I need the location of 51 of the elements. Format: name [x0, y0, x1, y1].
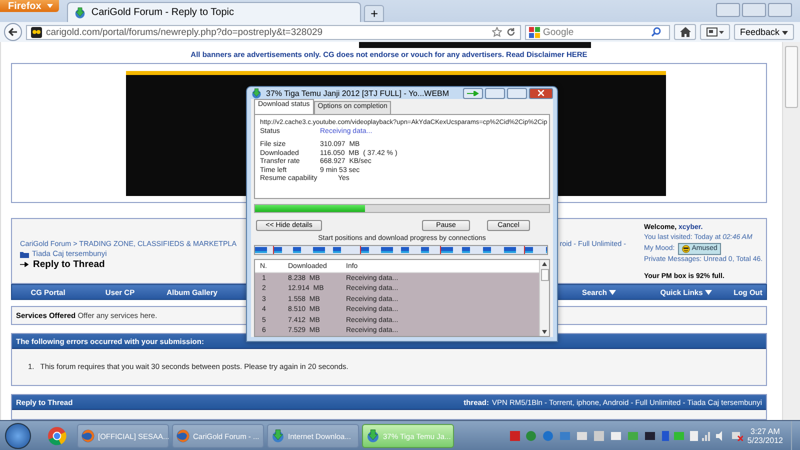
download-app-icon — [251, 88, 262, 98]
close-button[interactable] — [529, 88, 553, 98]
close-icon — [538, 90, 544, 96]
scrollbar[interactable] — [782, 42, 800, 420]
close-button[interactable] — [768, 3, 792, 17]
caret-icon — [609, 290, 616, 294]
maximize-button[interactable] — [742, 3, 766, 17]
chrome-icon — [47, 426, 67, 446]
dialog-title: 37% Tiga Temu Janji 2012 [3TJ FULL] - Yo...WEBM — [266, 88, 450, 98]
arrow-icon — [467, 90, 479, 96]
minimize-button[interactable] — [716, 3, 740, 17]
feedback-button[interactable]: Feedback — [734, 24, 794, 40]
start-button[interactable] — [5, 423, 31, 449]
smiley-icon — [682, 245, 690, 253]
back-button[interactable] — [4, 23, 22, 41]
tray-icons-drawing[interactable] — [510, 430, 710, 442]
home-icon — [680, 27, 690, 37]
hide-to-tray-button[interactable] — [463, 88, 483, 98]
back-arrow-icon — [8, 27, 18, 37]
download-app-icon — [271, 429, 285, 443]
search-box[interactable]: Google — [525, 24, 670, 40]
search-icon[interactable] — [651, 27, 661, 37]
network-icon[interactable] — [732, 431, 744, 441]
site-favicon-icon — [31, 26, 42, 38]
site-favicon-icon — [74, 6, 86, 18]
minimize-button[interactable] — [485, 88, 505, 98]
url-text: carigold.com/portal/forums/newreply.php?do=postreply&t=328029 — [46, 26, 323, 38]
clock-date: 5/23/2012 — [747, 436, 783, 445]
maximize-button[interactable] — [507, 88, 527, 98]
browser-tab[interactable]: CariGold Forum - Reply to Topic — [67, 2, 362, 22]
bookmarks-icon — [706, 27, 724, 37]
forum-folder-icon — [20, 250, 29, 258]
scrollbar[interactable] — [539, 260, 549, 336]
home-button[interactable] — [674, 24, 696, 40]
firefox-icon — [176, 429, 190, 443]
scroll-thumb[interactable] — [540, 269, 548, 281]
star-icon[interactable] — [492, 27, 502, 37]
search-engine-icon — [529, 26, 540, 38]
scroll-up-icon[interactable] — [542, 262, 547, 266]
arrow-icon — [20, 262, 29, 267]
firefox-icon — [81, 429, 95, 443]
caret-icon — [47, 4, 54, 8]
clock-time: 3:27 AM — [750, 427, 780, 436]
caret-icon — [782, 31, 788, 35]
bookmarks-button[interactable] — [700, 24, 730, 40]
new-tab-button[interactable]: + — [364, 5, 384, 22]
page-title: Reply to Thread — [33, 259, 105, 270]
caret-icon — [704, 290, 712, 294]
reload-icon[interactable] — [506, 27, 516, 37]
address-bar[interactable]: carigold.com/portal/forums/newreply.php?do=postreply&t=328029 — [26, 24, 521, 40]
download-app-icon — [366, 429, 380, 443]
